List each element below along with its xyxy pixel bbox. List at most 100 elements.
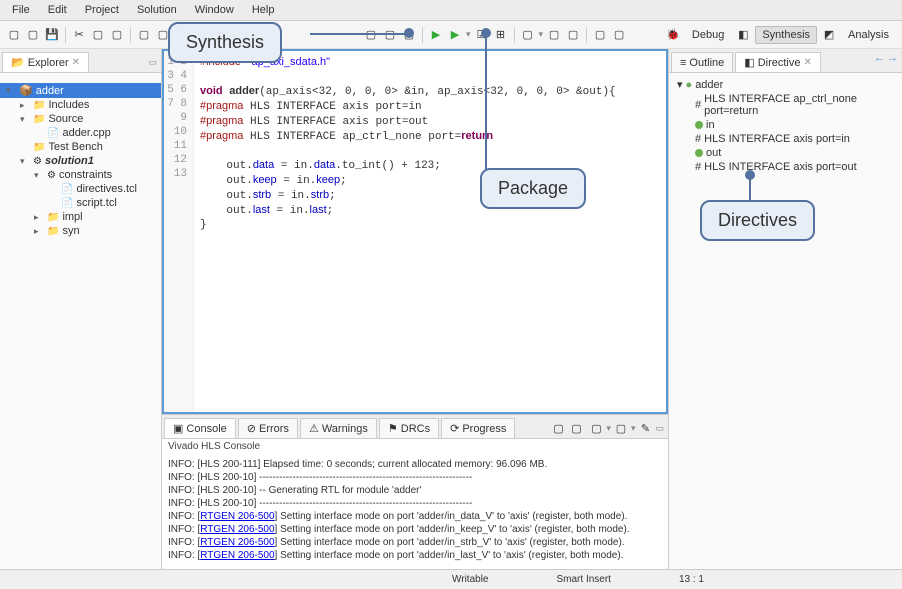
- console-line: INFO: [RTGEN 206-500] Setting interface …: [168, 510, 662, 523]
- menu-file[interactable]: File: [4, 2, 38, 18]
- directive-item[interactable]: # HLS INTERFACE ap_ctrl_none port=return: [669, 92, 902, 118]
- tool-icon[interactable]: ▢: [136, 27, 152, 43]
- file-icon: [61, 197, 73, 209]
- clear-icon[interactable]: ✎: [637, 420, 653, 436]
- console-tool-icon[interactable]: ▢: [550, 420, 566, 436]
- tab-label: DRCs: [401, 423, 430, 435]
- menu-edit[interactable]: Edit: [40, 2, 75, 18]
- console-tool-icon[interactable]: ▢: [588, 420, 604, 436]
- folder-icon: [33, 99, 45, 111]
- directive-icon: ◧: [744, 56, 754, 69]
- tool-icon[interactable]: ▢: [565, 27, 581, 43]
- caret-icon: ▾: [20, 114, 30, 125]
- tree-item[interactable]: ▾Source: [0, 112, 161, 126]
- dropdown-icon[interactable]: ▾: [606, 423, 611, 434]
- synthesis-run-icon[interactable]: ▶: [447, 27, 463, 43]
- folder-icon: [33, 141, 45, 153]
- cut-icon[interactable]: ✂: [71, 27, 87, 43]
- tree-item[interactable]: ▾solution1: [0, 154, 161, 168]
- caret-icon: ▸: [34, 212, 44, 223]
- console-link[interactable]: RTGEN 206-500: [200, 511, 274, 522]
- close-icon[interactable]: ✕: [803, 57, 811, 68]
- port-icon: [695, 149, 703, 157]
- menu-window[interactable]: Window: [187, 2, 242, 18]
- copy-icon[interactable]: ▢: [90, 27, 106, 43]
- console-tab-console[interactable]: ▣ Console: [164, 418, 236, 438]
- tree-item-label: solution1: [45, 155, 94, 167]
- annotation-dot: [404, 28, 414, 38]
- run-icon[interactable]: ▶: [428, 27, 444, 43]
- directive-root[interactable]: ▾ ● adder: [669, 77, 902, 92]
- console-tab-drcs[interactable]: ⚑ DRCs: [379, 418, 439, 438]
- compare-icon[interactable]: ▢: [520, 27, 536, 43]
- debug-icon[interactable]: 🐞: [665, 27, 681, 43]
- tree-item-label: impl: [62, 211, 82, 223]
- dropdown-icon[interactable]: ▾: [631, 423, 636, 434]
- minimize-icon[interactable]: ▭: [655, 423, 664, 434]
- console-tab-errors[interactable]: ⊘ Errors: [238, 418, 298, 438]
- console-tool-icon[interactable]: ▢: [613, 420, 629, 436]
- minimize-icon[interactable]: ▭: [148, 57, 157, 68]
- tree-project-root[interactable]: ▾ 📦 adder: [0, 83, 161, 98]
- separator: [586, 27, 587, 43]
- menu-solution[interactable]: Solution: [129, 2, 185, 18]
- package-icon[interactable]: ⊞: [493, 27, 509, 43]
- explorer-pane: 📂 Explorer ✕ ▭ ▾ 📦 adder ▸Includes▾Sourc…: [0, 49, 162, 569]
- directive-item[interactable]: out: [669, 146, 902, 160]
- dropdown-icon[interactable]: ▾: [539, 29, 544, 40]
- console-line: INFO: [RTGEN 206-500] Setting interface …: [168, 523, 662, 536]
- tree-item-label: syn: [62, 225, 79, 237]
- directive-item[interactable]: in: [669, 118, 902, 132]
- tree-item-label: script.tcl: [76, 197, 116, 209]
- console-tool-icon[interactable]: ▢: [568, 420, 584, 436]
- tree-item[interactable]: script.tcl: [0, 196, 161, 210]
- tree-item[interactable]: directives.tcl: [0, 182, 161, 196]
- caret-icon: ▾: [677, 78, 683, 91]
- close-icon[interactable]: ✕: [72, 57, 80, 68]
- console-link[interactable]: RTGEN 206-500: [200, 550, 274, 561]
- tree-item-label: adder.cpp: [62, 127, 110, 139]
- tree-item-label: Test Bench: [48, 141, 102, 153]
- tree-item[interactable]: ▸ impl: [0, 210, 161, 224]
- forward-icon[interactable]: →: [887, 52, 898, 72]
- perspective-debug[interactable]: Debug: [685, 26, 731, 44]
- tree-item[interactable]: ▸syn: [0, 224, 161, 238]
- tool-icon[interactable]: ▢: [611, 27, 627, 43]
- editor-area: 1 2 3 4 5 6 7 8 9 10 11 12 13 #include "…: [162, 49, 668, 414]
- explorer-tab[interactable]: 📂 Explorer ✕: [2, 52, 89, 72]
- pragma-icon: #: [695, 161, 701, 173]
- open-icon[interactable]: ▢: [25, 27, 41, 43]
- tool-icon[interactable]: ▢: [546, 27, 562, 43]
- perspective-switcher: 🐞 Debug ◧ Synthesis ◩ Analysis: [665, 26, 896, 44]
- tool-icon[interactable]: ▢: [592, 27, 608, 43]
- directive-tab[interactable]: ◧ Directive ✕: [735, 52, 821, 72]
- tree-item[interactable]: adder.cpp: [0, 126, 161, 140]
- save-icon[interactable]: 💾: [44, 27, 60, 43]
- tab-icon: ⊘: [247, 422, 256, 435]
- code-content[interactable]: #include "ap_axi_sdata.h" void adder(ap_…: [194, 51, 666, 412]
- perspective-synthesis[interactable]: Synthesis: [755, 26, 817, 44]
- paste-icon[interactable]: ▢: [109, 27, 125, 43]
- directive-item[interactable]: # HLS INTERFACE axis port=out: [669, 160, 902, 174]
- dropdown-icon[interactable]: ▾: [466, 29, 471, 40]
- directive-item[interactable]: # HLS INTERFACE axis port=in: [669, 132, 902, 146]
- perspective-analysis[interactable]: Analysis: [841, 26, 896, 44]
- explorer-tab-label: Explorer: [28, 57, 69, 69]
- tree-item[interactable]: Test Bench: [0, 140, 161, 154]
- new-icon[interactable]: ▢: [6, 27, 22, 43]
- tree-item[interactable]: ▸Includes: [0, 98, 161, 112]
- menu-project[interactable]: Project: [77, 2, 127, 18]
- tree-item[interactable]: ▾constraints: [0, 168, 161, 182]
- console-link[interactable]: RTGEN 206-500: [200, 524, 274, 535]
- menu-help[interactable]: Help: [244, 2, 283, 18]
- console-tab-progress[interactable]: ⟳ Progress: [441, 418, 515, 438]
- console-pane: ▣ Console⊘ Errors⚠ Warnings⚑ DRCs⟳ Progr…: [162, 414, 668, 569]
- tab-label: Errors: [259, 423, 289, 435]
- outline-tab[interactable]: ≡ Outline: [671, 52, 733, 72]
- code-editor[interactable]: 1 2 3 4 5 6 7 8 9 10 11 12 13 #include "…: [162, 49, 668, 414]
- console-output[interactable]: INFO: [HLS 200-111] Elapsed time: 0 seco…: [162, 454, 668, 569]
- console-tab-warnings[interactable]: ⚠ Warnings: [300, 418, 377, 438]
- back-icon[interactable]: ←: [874, 52, 885, 72]
- console-link[interactable]: RTGEN 206-500: [200, 537, 274, 548]
- analysis-icon: ◩: [821, 27, 837, 43]
